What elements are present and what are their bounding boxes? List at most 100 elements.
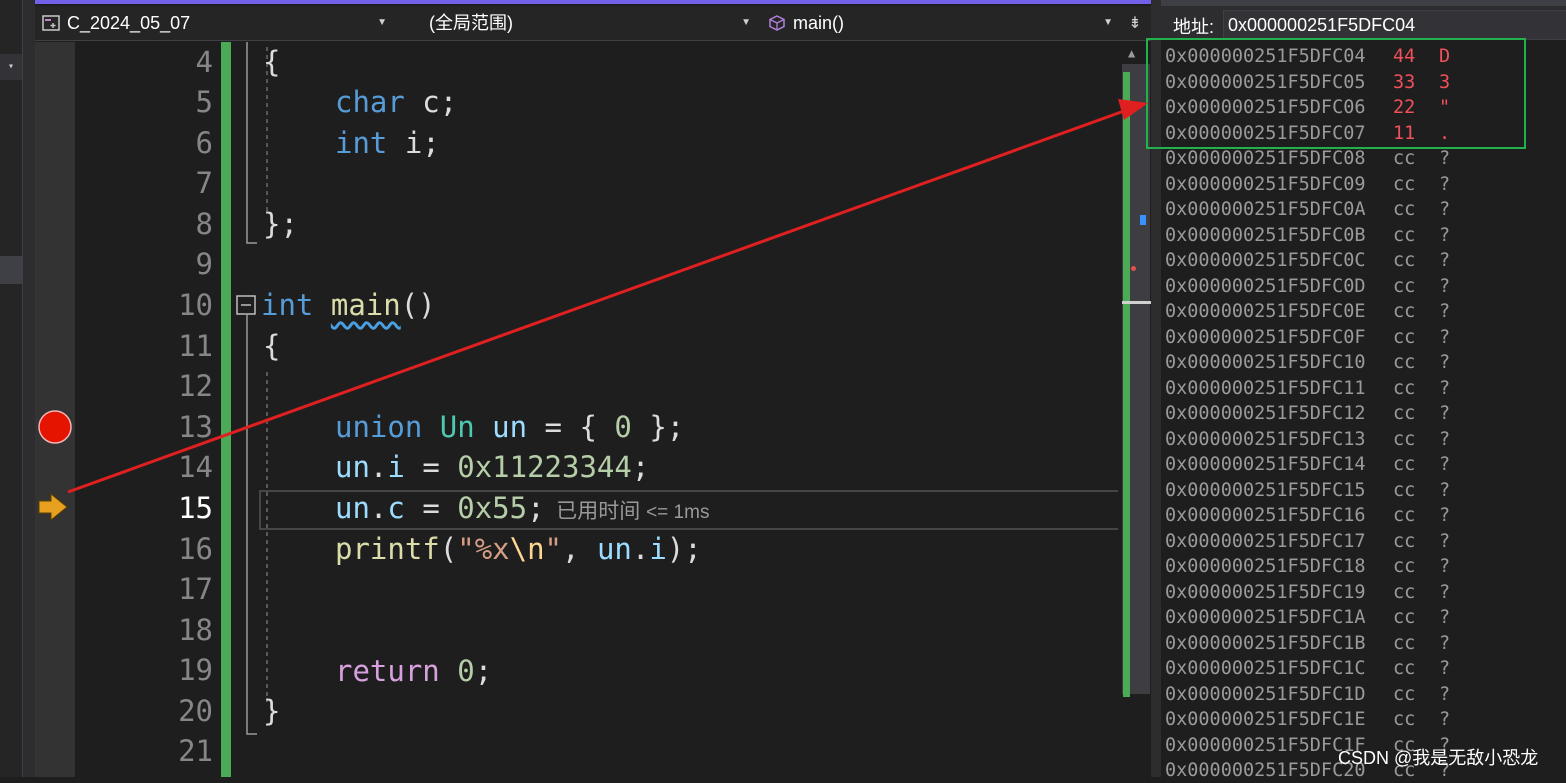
- address-input[interactable]: 0x000000251F5DFC04: [1223, 10, 1566, 40]
- memory-byte[interactable]: cc: [1393, 197, 1415, 222]
- code-token: =: [404, 491, 458, 525]
- chevron-down-icon[interactable]: ▼: [377, 9, 387, 37]
- memory-address: 0x000000251F5DFC19: [1165, 581, 1366, 603]
- memory-byte[interactable]: cc: [1393, 350, 1415, 375]
- brace-token: {: [263, 45, 281, 79]
- memory-byte[interactable]: cc: [1393, 248, 1415, 273]
- code-line-10: int main(): [261, 285, 436, 325]
- scrollbar-position-line: [1122, 301, 1151, 304]
- keyword-token: int: [335, 126, 388, 160]
- memory-char: ?: [1439, 454, 1451, 475]
- scope-dropdown[interactable]: (全局范围) ▼: [399, 9, 757, 37]
- memory-char: ?: [1439, 505, 1451, 526]
- line-number: 17: [178, 572, 213, 606]
- code-token: ;: [527, 491, 545, 525]
- memory-char: ?: [1439, 326, 1451, 348]
- memory-char: ?: [1439, 275, 1451, 297]
- member-token: c: [387, 491, 405, 525]
- string-token: "%x: [457, 532, 510, 566]
- number-token: 0: [614, 410, 632, 444]
- memory-address: 0x000000251F5DFC1F: [1165, 734, 1366, 756]
- elapsed-value: <= 1ms: [646, 502, 710, 523]
- memory-address: 0x000000251F5DFC15: [1165, 479, 1366, 501]
- memory-char: ?: [1439, 428, 1451, 450]
- code-line-20: }: [263, 691, 280, 731]
- memory-byte[interactable]: cc: [1393, 682, 1415, 707]
- code-token: ;: [631, 450, 650, 484]
- memory-address: 0x000000251F5DFC1A: [1165, 607, 1366, 628]
- function-token: main: [330, 288, 401, 322]
- memory-byte[interactable]: cc: [1393, 172, 1415, 197]
- number-token: 0: [439, 654, 475, 688]
- code-token: .: [369, 491, 388, 525]
- code-token: .: [631, 532, 650, 566]
- memory-byte[interactable]: cc: [1393, 529, 1415, 554]
- memory-char: ?: [1439, 173, 1451, 195]
- memory-char: ?: [1439, 148, 1451, 169]
- memory-byte[interactable]: cc: [1393, 274, 1415, 299]
- memory-byte[interactable]: cc: [1393, 478, 1415, 503]
- highlight-box: [1146, 38, 1526, 149]
- chevron-down-icon[interactable]: ▼: [1103, 9, 1113, 37]
- code-text[interactable]: { char c; int i; }; int main() { union U…: [35, 0, 709, 728]
- string-token: ": [544, 532, 563, 566]
- code-line-13: union Un un = { 0 };: [335, 407, 684, 447]
- memory-byte[interactable]: cc: [1393, 554, 1415, 579]
- memory-byte[interactable]: cc: [1393, 299, 1415, 324]
- code-line-8: };: [263, 204, 298, 244]
- navigation-bar: C_2024_05_07 ▼ (全局范围) ▼ main() ▼ ⇟: [35, 6, 1151, 41]
- code-token: = {: [527, 410, 615, 444]
- member-dropdown[interactable]: main() ▼: [763, 9, 1119, 37]
- memory-byte[interactable]: cc: [1393, 503, 1415, 528]
- memory-byte[interactable]: cc: [1393, 707, 1415, 732]
- memory-char: ?: [1439, 709, 1451, 730]
- memory-byte[interactable]: cc: [1393, 376, 1415, 401]
- scrollbar-change-map: [1123, 72, 1130, 697]
- split-window-icon[interactable]: ⇟: [1125, 14, 1145, 34]
- memory-address: 0x000000251F5DFC0D: [1165, 275, 1366, 297]
- memory-byte[interactable]: cc: [1393, 223, 1415, 248]
- memory-address: 0x000000251F5DFC17: [1165, 530, 1366, 552]
- dropdown-arrow-icon[interactable]: ▾: [0, 54, 22, 80]
- memory-byte[interactable]: cc: [1393, 427, 1415, 452]
- number-token: 0x11223344: [457, 450, 632, 484]
- keyword-token: union: [335, 410, 423, 444]
- chevron-down-icon[interactable]: ▼: [741, 9, 751, 37]
- code-line-19: return 0;: [335, 651, 492, 691]
- memory-byte[interactable]: cc: [1393, 631, 1415, 656]
- escape-token: \n: [509, 532, 545, 566]
- code-token: =: [404, 450, 458, 484]
- member-token: i: [649, 532, 667, 566]
- memory-byte[interactable]: cc: [1393, 605, 1415, 630]
- memory-address: 0x000000251F5DFC08: [1165, 148, 1366, 169]
- left-tool-strip: ▾: [0, 0, 23, 777]
- memory-byte[interactable]: cc: [1393, 452, 1415, 477]
- memory-address: 0x000000251F5DFC09: [1165, 173, 1366, 195]
- line-number: 21: [178, 734, 213, 768]
- memory-byte[interactable]: cc: [1393, 146, 1415, 171]
- keyword-token: return: [335, 654, 440, 688]
- code-token: );: [666, 532, 702, 566]
- brace-token: {: [263, 329, 281, 363]
- vertical-scrollbar[interactable]: ▲: [1118, 42, 1151, 777]
- memory-char: ?: [1439, 607, 1451, 628]
- memory-byte[interactable]: cc: [1393, 656, 1415, 681]
- memory-address: 0x000000251F5DFC0F: [1165, 326, 1366, 348]
- line-number: 18: [178, 613, 213, 647]
- brace-token: }: [263, 694, 281, 728]
- left-strip-selected-item[interactable]: [0, 256, 22, 284]
- memory-address: 0x000000251F5DFC12: [1165, 403, 1366, 424]
- memory-byte[interactable]: cc: [1393, 401, 1415, 426]
- memory-byte[interactable]: cc: [1393, 325, 1415, 350]
- code-token: .: [369, 450, 388, 484]
- memory-char: ?: [1439, 530, 1451, 552]
- scroll-up-icon[interactable]: ▲: [1128, 46, 1135, 60]
- code-token: (): [400, 288, 436, 322]
- memory-byte[interactable]: cc: [1393, 580, 1415, 605]
- line-number: 20: [178, 694, 213, 728]
- address-label: 地址:: [1173, 17, 1215, 37]
- code-line-16: printf("%x\n", un.i);: [335, 529, 702, 569]
- panel-gap: [23, 0, 35, 777]
- variable-token: un: [335, 450, 370, 484]
- code-editor: C_2024_05_07 ▼ (全局范围) ▼ main() ▼ ⇟ 4 5 6…: [35, 0, 1151, 777]
